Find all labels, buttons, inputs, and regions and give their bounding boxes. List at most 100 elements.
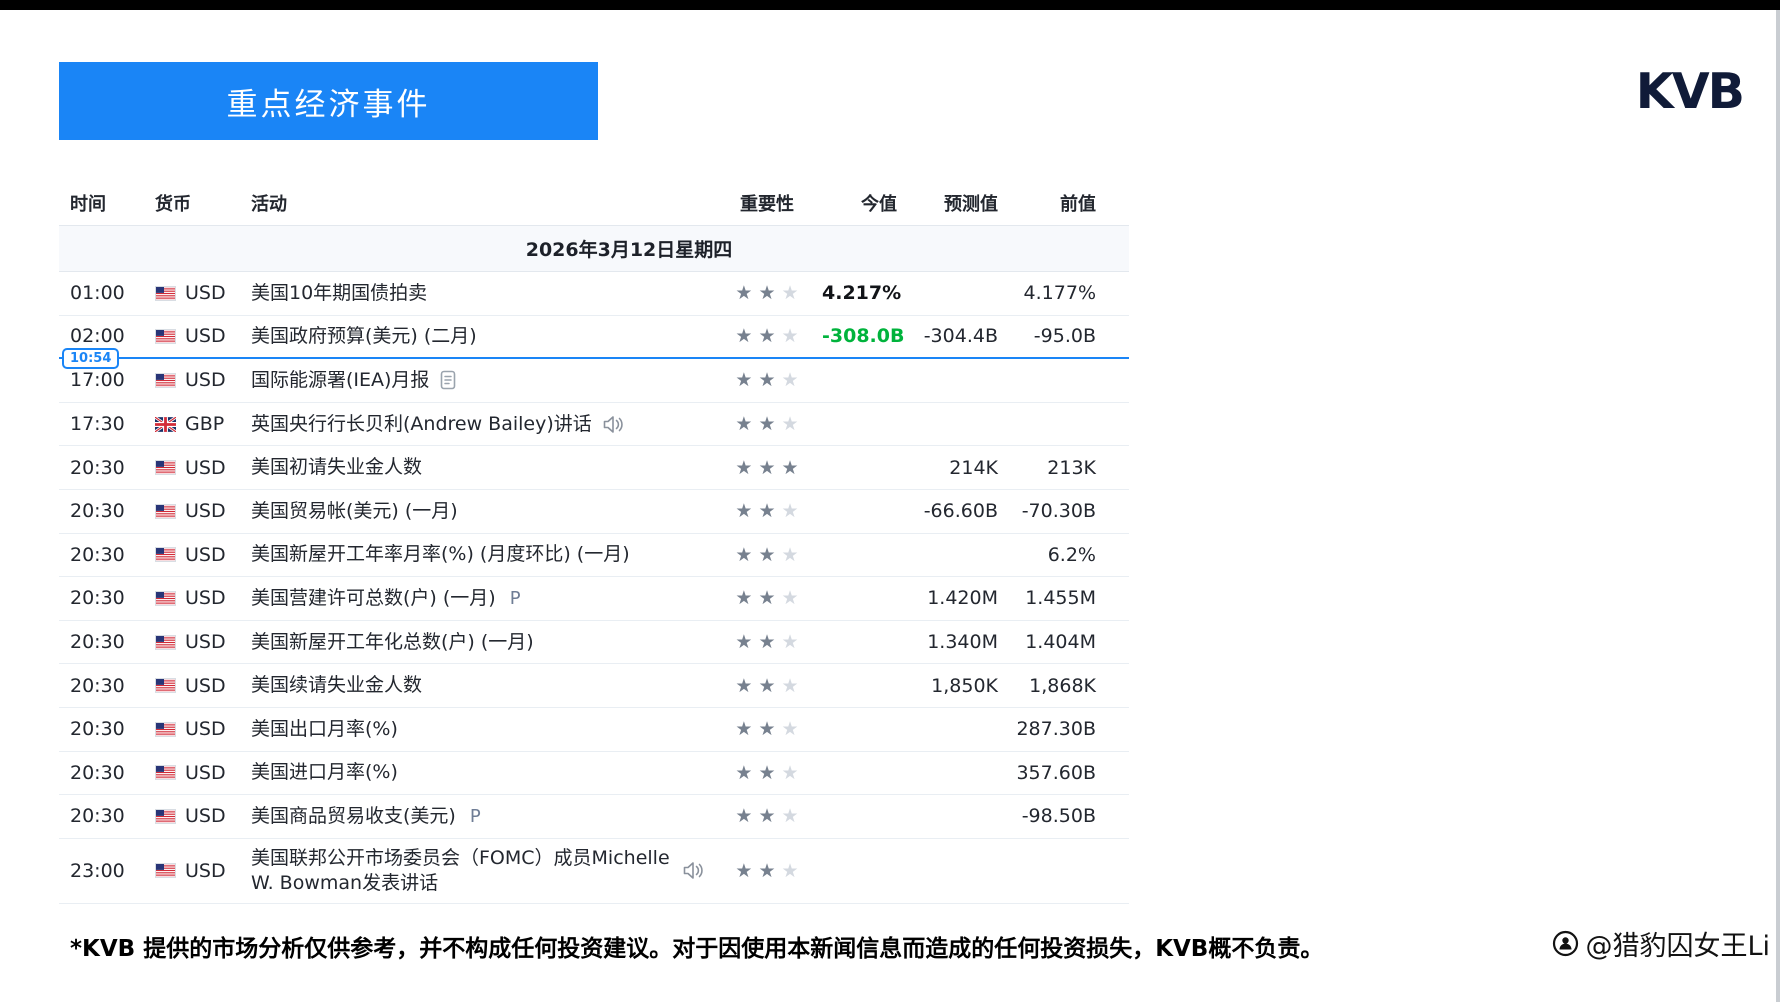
table-row[interactable]: 20:30USD美国初请失业金人数★★★214K213K — [59, 446, 1129, 490]
actual-value: -308.0B — [822, 325, 897, 347]
event-time: 20:30 — [59, 718, 147, 740]
star-icon: ★ — [735, 675, 752, 697]
currency-code: USD — [185, 587, 226, 609]
kvb-logo: KVB — [1613, 64, 1743, 118]
currency-cell: USD — [147, 500, 247, 522]
col-header-forecast: 预测值 — [897, 190, 998, 216]
activity-text: 美国政府预算(美元) (二月) — [251, 324, 477, 349]
document-icon[interactable] — [439, 370, 457, 390]
table-row[interactable]: 23:00USD美国联邦公开市场委员会（FOMC）成员Michelle W. B… — [59, 839, 1129, 904]
activity-text: 美国10年期国债拍卖 — [251, 281, 427, 306]
event-time: 20:30 — [59, 805, 147, 827]
us-flag-icon — [155, 765, 176, 780]
event-time: 20:30 — [59, 762, 147, 784]
us-flag-icon — [155, 329, 176, 344]
star-icon: ★ — [735, 325, 752, 347]
table-row[interactable]: 20:30USD美国出口月率(%)★★★287.30B — [59, 708, 1129, 752]
currency-code: USD — [185, 325, 226, 347]
activity-text: 美国续请失业金人数 — [251, 673, 422, 698]
star-icon: ★ — [782, 369, 799, 391]
event-activity: 英国央行行长贝利(Andrew Bailey)讲话 — [247, 408, 712, 441]
star-icon: ★ — [758, 413, 775, 435]
star-icon: ★ — [758, 500, 775, 522]
currency-code: USD — [185, 282, 226, 304]
star-icon: ★ — [758, 805, 775, 827]
table-row[interactable]: 20:30USD美国续请失业金人数★★★1,850K1,868K — [59, 664, 1129, 708]
star-icon: ★ — [735, 544, 752, 566]
event-activity: 美国初请失业金人数 — [247, 451, 712, 484]
star-icon: ★ — [758, 544, 775, 566]
col-header-actual: 今值 — [822, 190, 897, 216]
title-banner: 重点经济事件 — [59, 62, 598, 140]
page-title: 重点经济事件 — [227, 79, 431, 124]
table-row[interactable]: 17:00USD国际能源署(IEA)月报★★★ — [59, 359, 1129, 403]
col-header-time: 时间 — [59, 190, 147, 216]
star-icon: ★ — [782, 413, 799, 435]
col-header-currency: 货币 — [147, 190, 247, 216]
activity-text: 美国联邦公开市场委员会（FOMC）成员Michelle W. Bowman发表讲… — [251, 846, 672, 896]
currency-cell: USD — [147, 718, 247, 740]
previous-value: 1.404M — [998, 631, 1096, 653]
forecast-value: -66.60B — [897, 500, 998, 522]
table-row[interactable]: 20:30USD美国进口月率(%)★★★357.60B — [59, 752, 1129, 796]
event-time: 20:30 — [59, 500, 147, 522]
us-flag-icon — [155, 635, 176, 650]
activity-text: 美国商品贸易收支(美元) — [251, 804, 456, 829]
table-row[interactable]: 20:30USD美国新屋开工年化总数(户) (一月)★★★1.340M1.404… — [59, 621, 1129, 665]
activity-text: 美国进口月率(%) — [251, 760, 398, 785]
star-icon: ★ — [782, 718, 799, 740]
star-icon: ★ — [735, 860, 752, 882]
currency-cell: USD — [147, 860, 247, 882]
activity-text: 美国新屋开工年率月率(%) (月度环比) (一月) — [251, 542, 630, 567]
importance-stars: ★★★ — [712, 369, 822, 391]
activity-text: 国际能源署(IEA)月报 — [251, 368, 429, 393]
table-row[interactable]: 20:30USD美国新屋开工年率月率(%) (月度环比) (一月)★★★6.2% — [59, 534, 1129, 578]
economic-calendar-table: 时间 货币 活动 重要性 今值 预测值 前值 2026年3月12日星期四 01:… — [59, 180, 1129, 904]
actual-value: 4.217% — [822, 282, 897, 304]
table-row[interactable]: 20:30USD美国贸易帐(美元) (一月)★★★-66.60B-70.30B — [59, 490, 1129, 534]
star-icon: ★ — [735, 587, 752, 609]
forecast-value: 1.420M — [897, 587, 998, 609]
window-right-edge — [1776, 10, 1780, 1002]
event-activity: 美国营建许可总数(户) (一月)P — [247, 582, 712, 615]
previous-value: 1,868K — [998, 675, 1096, 697]
star-icon: ★ — [782, 544, 799, 566]
event-activity: 国际能源署(IEA)月报 — [247, 364, 712, 397]
activity-text: 美国出口月率(%) — [251, 717, 398, 742]
currency-code: USD — [185, 369, 226, 391]
table-row[interactable]: 17:30GBP英国央行行长贝利(Andrew Bailey)讲话★★★ — [59, 403, 1129, 447]
table-row[interactable]: 20:30USD美国营建许可总数(户) (一月)P★★★1.420M1.455M — [59, 577, 1129, 621]
col-header-importance: 重要性 — [712, 190, 822, 216]
table-row[interactable]: 20:30USD美国商品贸易收支(美元)P★★★-98.50B — [59, 795, 1129, 839]
currency-code: USD — [185, 718, 226, 740]
currency-cell: USD — [147, 457, 247, 479]
activity-text: 美国贸易帐(美元) (一月) — [251, 499, 458, 524]
table-row[interactable]: 01:00USD美国10年期国债拍卖★★★4.217%4.177% — [59, 272, 1129, 316]
previous-value: -98.50B — [998, 805, 1096, 827]
forecast-value: 214K — [897, 457, 998, 479]
event-activity: 美国联邦公开市场委员会（FOMC）成员Michelle W. Bowman发表讲… — [247, 842, 712, 900]
table-row[interactable]: 02:00USD美国政府预算(美元) (二月)★★★-308.0B-304.4B… — [59, 316, 1129, 360]
star-icon: ★ — [782, 860, 799, 882]
event-time: 01:00 — [59, 282, 147, 304]
star-icon: ★ — [735, 282, 752, 304]
us-flag-icon — [155, 722, 176, 737]
star-icon: ★ — [782, 500, 799, 522]
star-icon: ★ — [735, 413, 752, 435]
forecast-value: -304.4B — [897, 325, 998, 347]
star-icon: ★ — [782, 457, 799, 479]
event-activity: 美国新屋开工年化总数(户) (一月) — [247, 626, 712, 659]
star-icon: ★ — [735, 500, 752, 522]
currency-cell: USD — [147, 544, 247, 566]
speaker-icon[interactable] — [682, 861, 704, 880]
us-flag-icon — [155, 504, 176, 519]
disclaimer-text: *KVB 提供的市场分析仅供参考，并不构成任何投资建议。对于因使用本新闻信息而造… — [70, 929, 1330, 963]
star-icon: ★ — [735, 762, 752, 784]
importance-stars: ★★★ — [712, 860, 822, 882]
speaker-icon[interactable] — [602, 415, 624, 434]
us-flag-icon — [155, 373, 176, 388]
star-icon: ★ — [782, 675, 799, 697]
star-icon: ★ — [735, 805, 752, 827]
watermark: @猎豹囚女王Li — [1552, 924, 1770, 963]
currency-cell: USD — [147, 805, 247, 827]
